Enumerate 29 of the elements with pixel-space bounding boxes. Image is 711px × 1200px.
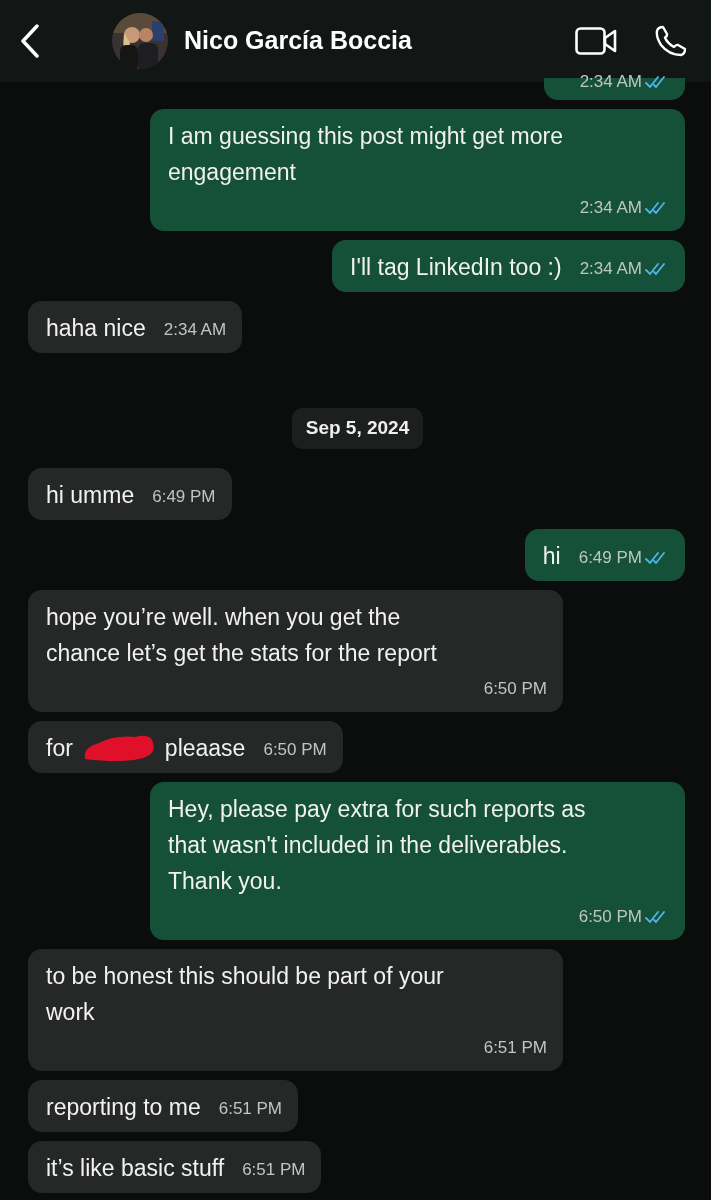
message-time: 6:49 PM xyxy=(578,546,642,569)
message-time: 6:51 PM xyxy=(218,1097,282,1120)
contact-name: Nico García Boccia xyxy=(184,25,412,57)
message-text: to be honest this should be part of your work xyxy=(46,961,445,1027)
message-text: it’s like basic stuff xyxy=(46,1153,225,1183)
message-time: 2:34 AM xyxy=(163,319,227,341)
video-call-icon[interactable] xyxy=(575,27,617,55)
message-time: 6:51 PM xyxy=(483,1036,547,1059)
message-text: hope you’re well. when you get the chance let’s get the stats for the report xyxy=(46,602,438,668)
date-separator: Sep 5, 2024 xyxy=(291,408,424,449)
message-text: I'll tag LinkedIn too :) xyxy=(350,253,562,282)
message-time: 2:34 AM xyxy=(579,197,642,219)
message-time: 6:50 PM xyxy=(263,738,327,761)
message-text: for xyxy=(46,733,73,763)
message-time: 2:34 AM xyxy=(579,71,642,93)
message-time: 6:50 PM xyxy=(578,905,642,928)
message-time: 2:34 AM xyxy=(579,258,642,280)
message-text: hi umme xyxy=(46,480,135,510)
message-text: I am guessing this post might get more engagement xyxy=(168,122,565,187)
message-text: haha nice xyxy=(46,314,146,343)
message-text: hi xyxy=(542,541,561,571)
message-time: 6:51 PM xyxy=(242,1158,306,1181)
message-text: pleaase xyxy=(164,733,246,763)
back-icon[interactable] xyxy=(20,24,40,58)
message-text: reporting to me xyxy=(46,1092,201,1122)
message-time: 6:50 PM xyxy=(483,677,547,700)
message-text: Hey, please pay extra for such reports as that wasn't included in the deliverables. Thank you. xyxy=(168,794,587,896)
message-time: 6:49 PM xyxy=(152,485,216,508)
phone-icon[interactable] xyxy=(655,25,687,57)
